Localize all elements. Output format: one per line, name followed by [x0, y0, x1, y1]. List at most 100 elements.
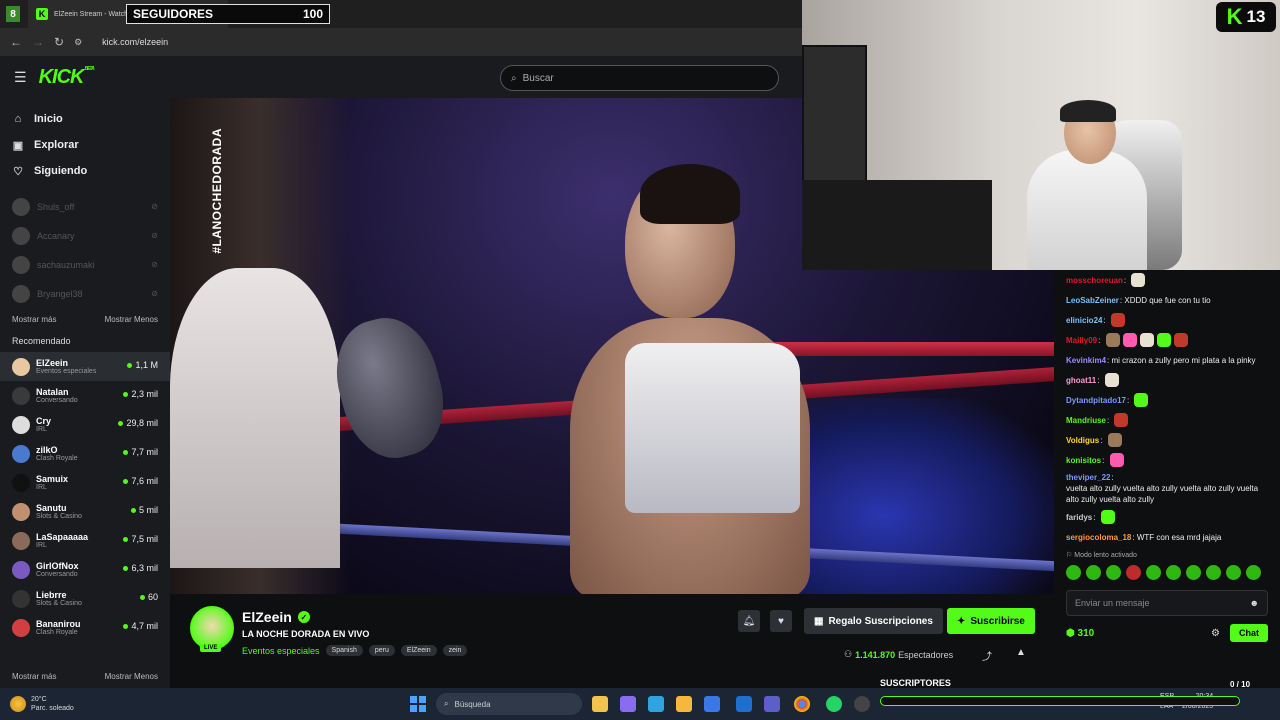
back-icon[interactable]: ← — [10, 35, 22, 49]
whatsapp-icon[interactable] — [826, 696, 842, 712]
gift-subs-button[interactable]: ▦ Regalo Suscripciones — [804, 608, 943, 634]
channel-avatar — [12, 444, 30, 463]
stream-tag[interactable]: ElZeein — [400, 645, 437, 656]
copilot-icon[interactable] — [620, 696, 636, 712]
chat-username[interactable]: mosschoreuan — [1066, 275, 1123, 286]
followed-channel[interactable]: Accanary ⊘ — [0, 221, 170, 250]
show-less-recommended-button[interactable]: Mostrar Menos — [105, 672, 158, 681]
emote-10-icon[interactable] — [1246, 565, 1261, 580]
screen: 8 K ElZeein Stream - Watch SEGUIDORES 10… — [0, 0, 1280, 720]
emote-3-icon[interactable] — [1106, 565, 1121, 580]
sidebar-item-explorar[interactable]: ▣ Explorar — [0, 132, 170, 158]
taskbar-search-input[interactable]: ⌕ Búsqueda — [436, 693, 582, 715]
emote-1-icon[interactable] — [1066, 565, 1081, 580]
channel-name: Liebrre — [36, 590, 67, 600]
edge-icon[interactable] — [648, 696, 664, 712]
emote-5-icon[interactable] — [1146, 565, 1161, 580]
chat-username[interactable]: ghoat11 — [1066, 375, 1096, 386]
recommended-channel[interactable]: LaSapaaaaa IRL 7,5 mil — [0, 526, 170, 555]
chat-username[interactable]: konisitos — [1066, 455, 1101, 466]
chat-message: mosschoreuan: — [1054, 270, 1280, 290]
sidebar-item-siguiendo[interactable]: ♡ Siguiendo — [0, 158, 170, 184]
stream-tag[interactable]: peru — [368, 645, 395, 656]
notification-bell-button[interactable]: 🔔︎ — [738, 610, 760, 632]
bell-icon: 🔔︎ — [742, 615, 756, 627]
chat-username[interactable]: faridys — [1066, 512, 1092, 523]
emote-4-icon[interactable] — [1126, 565, 1141, 580]
recommended-channel[interactable]: GirlOfNox Conversando 6,3 mil — [0, 555, 170, 584]
chat-username[interactable]: theviper_22 — [1066, 472, 1110, 483]
chat-username[interactable]: Dytandpitado17 — [1066, 395, 1126, 406]
search-icon: ⌕ — [511, 72, 517, 84]
tab-title: ElZeein Stream - Watch — [54, 10, 129, 18]
kick-logo[interactable]: KICKBETA — [39, 66, 95, 89]
folder-icon[interactable] — [676, 696, 692, 712]
chat-emote-icon — [1104, 373, 1119, 387]
subscribe-button[interactable]: ✦ Suscribirse — [947, 608, 1035, 634]
sidebar-item-inicio[interactable]: ⌂ Inicio — [0, 106, 170, 132]
follow-button[interactable]: ♥ — [770, 610, 792, 632]
channel-avatar — [12, 589, 30, 608]
chat-settings-icon[interactable]: ⚙ — [1211, 628, 1220, 639]
chat-emote-icon — [1139, 333, 1154, 347]
site-info-icon[interactable]: ⚙ — [74, 37, 82, 48]
search-icon: ⌕ — [444, 699, 449, 708]
recommended-channel[interactable]: Sanutu Slots & Casino 5 mil — [0, 497, 170, 526]
weather-widget[interactable]: 20°C Parc. soleado — [0, 695, 74, 713]
recommended-channel[interactable]: Liebrre Slots & Casino 60 — [0, 584, 170, 613]
followed-channel[interactable]: Bryangel38 ⊘ — [0, 279, 170, 308]
teams-icon[interactable] — [764, 696, 780, 712]
live-dot-icon — [123, 449, 129, 455]
emote-6-icon[interactable] — [1166, 565, 1181, 580]
chat-input[interactable]: Enviar un mensaje ☻ — [1066, 590, 1268, 616]
obs-icon[interactable] — [854, 696, 870, 712]
recommended-channel[interactable]: ElZeein Eventos especiales 1,1 M — [0, 352, 170, 381]
address-url[interactable]: kick.com/elzeein — [102, 37, 168, 47]
file-explorer-icon[interactable] — [592, 696, 608, 712]
emote-8-icon[interactable] — [1206, 565, 1221, 580]
gift-icon: ▦ — [814, 615, 824, 627]
search-input[interactable]: ⌕ Buscar — [500, 65, 779, 91]
windows-start-icon[interactable] — [410, 696, 426, 712]
menu-icon[interactable]: ☰ — [14, 69, 27, 86]
chat-username[interactable]: LeoSabZeiner — [1066, 295, 1119, 306]
store-icon[interactable] — [704, 696, 720, 712]
channel-category: Slots & Casino — [36, 513, 82, 520]
show-more-recommended-button[interactable]: Mostrar más — [12, 672, 56, 681]
emote-9-icon[interactable] — [1226, 565, 1241, 580]
recommended-title: Recomendado — [12, 336, 71, 346]
chat-username[interactable]: elinicio24 — [1066, 315, 1102, 326]
chat-send-button[interactable]: Chat — [1230, 624, 1268, 642]
stream-tag[interactable]: Spanish — [325, 645, 363, 656]
recommended-channel[interactable]: Samuix IRL 7,6 mil — [0, 468, 170, 497]
recommended-channel[interactable]: Bananirou Clash Royale 4,7 mil — [0, 613, 170, 642]
recommended-channel[interactable]: Natalan Conversando 2,3 mil — [0, 381, 170, 410]
emoji-icon[interactable]: ☻ — [1250, 598, 1259, 608]
recommended-channel[interactable]: zilkO Clash Royale 7,7 mil — [0, 439, 170, 468]
chat-username[interactable]: Mandriuse — [1066, 415, 1106, 426]
chat-message: Voldigus: — [1054, 430, 1280, 450]
share-icon[interactable]: ⤴ — [982, 648, 992, 663]
channel-points[interactable]: ⬢ 310 — [1066, 628, 1094, 639]
recommended-channel[interactable]: Cry IRL 29,8 mil — [0, 410, 170, 439]
show-more-button[interactable]: Mostrar más — [12, 315, 56, 324]
show-less-button[interactable]: Mostrar Menos — [105, 315, 158, 324]
followed-channel[interactable]: sachauzumaki ⊘ — [0, 250, 170, 279]
chat-emote-icon — [1109, 453, 1124, 467]
stream-category[interactable]: Eventos especiales — [242, 646, 320, 656]
chat-username[interactable]: Voldigus — [1066, 435, 1099, 446]
report-icon[interactable]: ▲ — [1016, 647, 1026, 658]
stream-tag[interactable]: zein — [442, 645, 468, 656]
chat-username[interactable]: sergiocoloma_18 — [1066, 532, 1131, 543]
emote-2-icon[interactable] — [1086, 565, 1101, 580]
reload-icon[interactable]: ↻ — [54, 35, 64, 49]
emote-7-icon[interactable] — [1186, 565, 1201, 580]
chat-username[interactable]: Mailly09 — [1066, 335, 1097, 346]
forward-icon[interactable]: → — [32, 35, 44, 49]
followed-channel[interactable]: Shuls_off ⊘ — [0, 192, 170, 221]
chrome-icon[interactable] — [794, 696, 810, 712]
streamer-name[interactable]: ElZeein ✓ — [242, 609, 310, 625]
outlook-icon[interactable] — [736, 696, 752, 712]
chat-username[interactable]: Kevinkim4 — [1066, 355, 1106, 366]
subs-goal-label: SUSCRIPTORES — [880, 678, 951, 688]
